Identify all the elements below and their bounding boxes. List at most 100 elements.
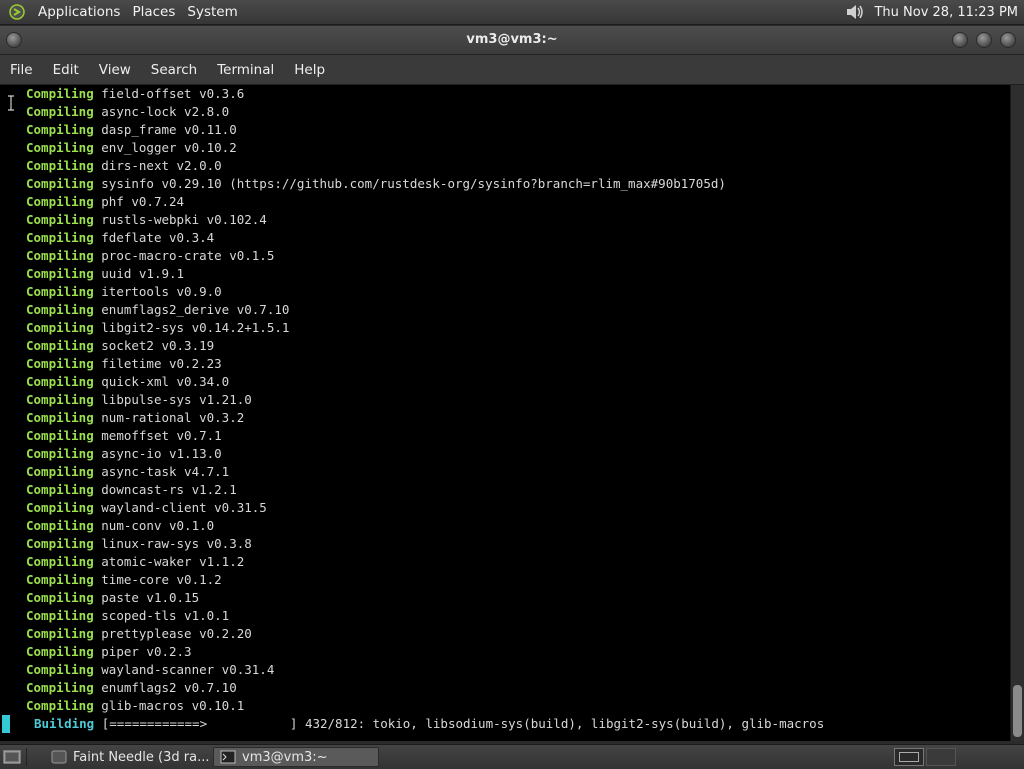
compiling-keyword: Compiling [26,518,94,533]
window-titlebar[interactable]: vm3@vm3:~ [0,26,1024,55]
compiling-keyword: Compiling [26,464,94,479]
crate-name: async-io v1.13.0 [101,446,222,461]
crate-name: dasp_frame v0.11.0 [101,122,237,137]
crate-name: rustls-webpki v0.102.4 [101,212,267,227]
places-menu[interactable]: Places [132,4,175,20]
system-menu[interactable]: System [187,4,237,20]
compiling-keyword: Compiling [26,284,94,299]
compiling-keyword: Compiling [26,338,94,353]
terminal-line: Compiling async-lock v2.8.0 [26,103,229,121]
crate-name: scoped-tls v1.0.1 [101,608,230,623]
taskbar-item-label: Faint Needle (3d ra... [73,749,209,765]
menu-search[interactable]: Search [141,62,207,78]
terminal-line: Compiling sysinfo v0.29.10 (https://gith… [26,175,726,193]
compiling-keyword: Compiling [26,122,94,137]
crate-name: num-rational v0.3.2 [101,410,245,425]
compiling-keyword: Compiling [26,392,94,407]
terminal-line: Compiling memoffset v0.7.1 [26,427,222,445]
crate-name: async-task v4.7.1 [101,464,230,479]
compiling-keyword: Compiling [26,374,94,389]
compiling-keyword: Compiling [26,662,94,677]
menu-edit[interactable]: Edit [43,62,89,78]
menu-file[interactable]: File [0,62,43,78]
building-keyword: Building [34,716,95,731]
terminal-line: Compiling phf v0.7.24 [26,193,184,211]
crate-name: filetime v0.2.23 [101,356,222,371]
taskbar-item-faint-needle[interactable]: Faint Needle (3d ra... [45,747,209,767]
terminal-line: Compiling prettyplease v0.2.20 [26,625,252,643]
menu-view[interactable]: View [89,62,141,78]
crate-name: proc-macro-crate v0.1.5 [101,248,275,263]
volume-icon[interactable] [844,3,866,21]
terminal-output[interactable]: Compiling field-offset v0.3.6 Compiling a… [0,85,1010,741]
menu-help[interactable]: Help [284,62,335,78]
compiling-keyword: Compiling [26,410,94,425]
terminal-line: Compiling scoped-tls v1.0.1 [26,607,229,625]
show-desktop-icon[interactable] [2,748,22,766]
terminal-scrollbar[interactable] [1010,85,1024,741]
crate-name: time-core v0.1.2 [101,572,222,587]
workspace-switcher-1[interactable] [894,748,924,766]
terminal-line: Compiling enumflags2_derive v0.7.10 [26,301,289,319]
crate-name: wayland-scanner v0.31.4 [101,662,275,677]
terminal-line: Compiling async-task v4.7.1 [26,463,229,481]
progress-status: 432/812: tokio, libsodium-sys(build), li… [304,716,825,731]
crate-name: paste v1.0.15 [101,590,200,605]
crate-name: itertools v0.9.0 [101,284,222,299]
terminal-menubar: File Edit View Search Terminal Help [0,55,1024,85]
menu-terminal[interactable]: Terminal [207,62,284,78]
terminal-line: Compiling dirs-next v2.0.0 [26,157,222,175]
terminal-line: Compiling wayland-scanner v0.31.4 [26,661,274,679]
compiling-keyword: Compiling [26,158,94,173]
clock[interactable]: Thu Nov 28, 11:23 PM [874,5,1018,20]
crate-name: enumflags2_derive v0.7.10 [101,302,290,317]
crate-name: wayland-client v0.31.5 [101,500,267,515]
crate-name: dirs-next v2.0.0 [101,158,222,173]
applications-menu[interactable]: Applications [38,4,120,20]
crate-name: phf v0.7.24 [101,194,185,209]
crate-name: num-conv v0.1.0 [101,518,215,533]
crate-name: env_logger v0.10.2 [101,140,237,155]
terminal-line: Compiling socket2 v0.3.19 [26,337,214,355]
taskbar-item-label: vm3@vm3:~ [242,749,328,765]
crate-name: memoffset v0.7.1 [101,428,222,443]
compiling-keyword: Compiling [26,644,94,659]
crate-name: libgit2-sys v0.14.2+1.5.1 [101,320,290,335]
compiling-keyword: Compiling [26,194,94,209]
distro-logo-icon[interactable] [8,3,26,21]
compiling-keyword: Compiling [26,104,94,119]
bottom-panel: Faint Needle (3d ra... vm3@vm3:~ [0,744,1024,769]
terminal-line: Compiling piper v0.2.3 [26,643,192,661]
terminal-line: Compiling libpulse-sys v1.21.0 [26,391,252,409]
terminal-line: Compiling glib-macros v0.10.1 [26,697,244,715]
minimize-button[interactable] [952,32,968,48]
close-button[interactable] [1000,32,1016,48]
compiling-keyword: Compiling [26,140,94,155]
terminal-line: Compiling uuid v1.9.1 [26,265,184,283]
maximize-button[interactable] [976,32,992,48]
compiling-keyword: Compiling [26,680,94,695]
progress-bar-text: [============> ] [101,716,298,731]
crate-name: piper v0.2.3 [101,644,192,659]
scrollbar-thumb[interactable] [1013,685,1022,737]
build-progress-line: Building [============> ] 432/812: tokio… [34,715,824,733]
crate-name: atomic-waker v1.1.2 [101,554,245,569]
compiling-keyword: Compiling [26,590,94,605]
compiling-keyword: Compiling [26,176,94,191]
crate-name: uuid v1.9.1 [101,266,185,281]
compiling-keyword: Compiling [26,320,94,335]
crate-name: socket2 v0.3.19 [101,338,215,353]
terminal-line: Compiling enumflags2 v0.7.10 [26,679,237,697]
compiling-keyword: Compiling [26,248,94,263]
taskbar-item-terminal[interactable]: vm3@vm3:~ [213,747,379,767]
crate-name: downcast-rs v1.2.1 [101,482,237,497]
terminal-line: Compiling fdeflate v0.3.4 [26,229,214,247]
workspace-switcher-2[interactable] [926,748,956,766]
crate-name: fdeflate v0.3.4 [101,230,215,245]
terminal-line: Compiling time-core v0.1.2 [26,571,222,589]
compiling-keyword: Compiling [26,698,94,713]
crate-name: prettyplease v0.2.20 [101,626,252,641]
terminal-line: Compiling dasp_frame v0.11.0 [26,121,237,139]
crate-name: async-lock v2.8.0 [101,104,230,119]
terminal-line: Compiling async-io v1.13.0 [26,445,222,463]
